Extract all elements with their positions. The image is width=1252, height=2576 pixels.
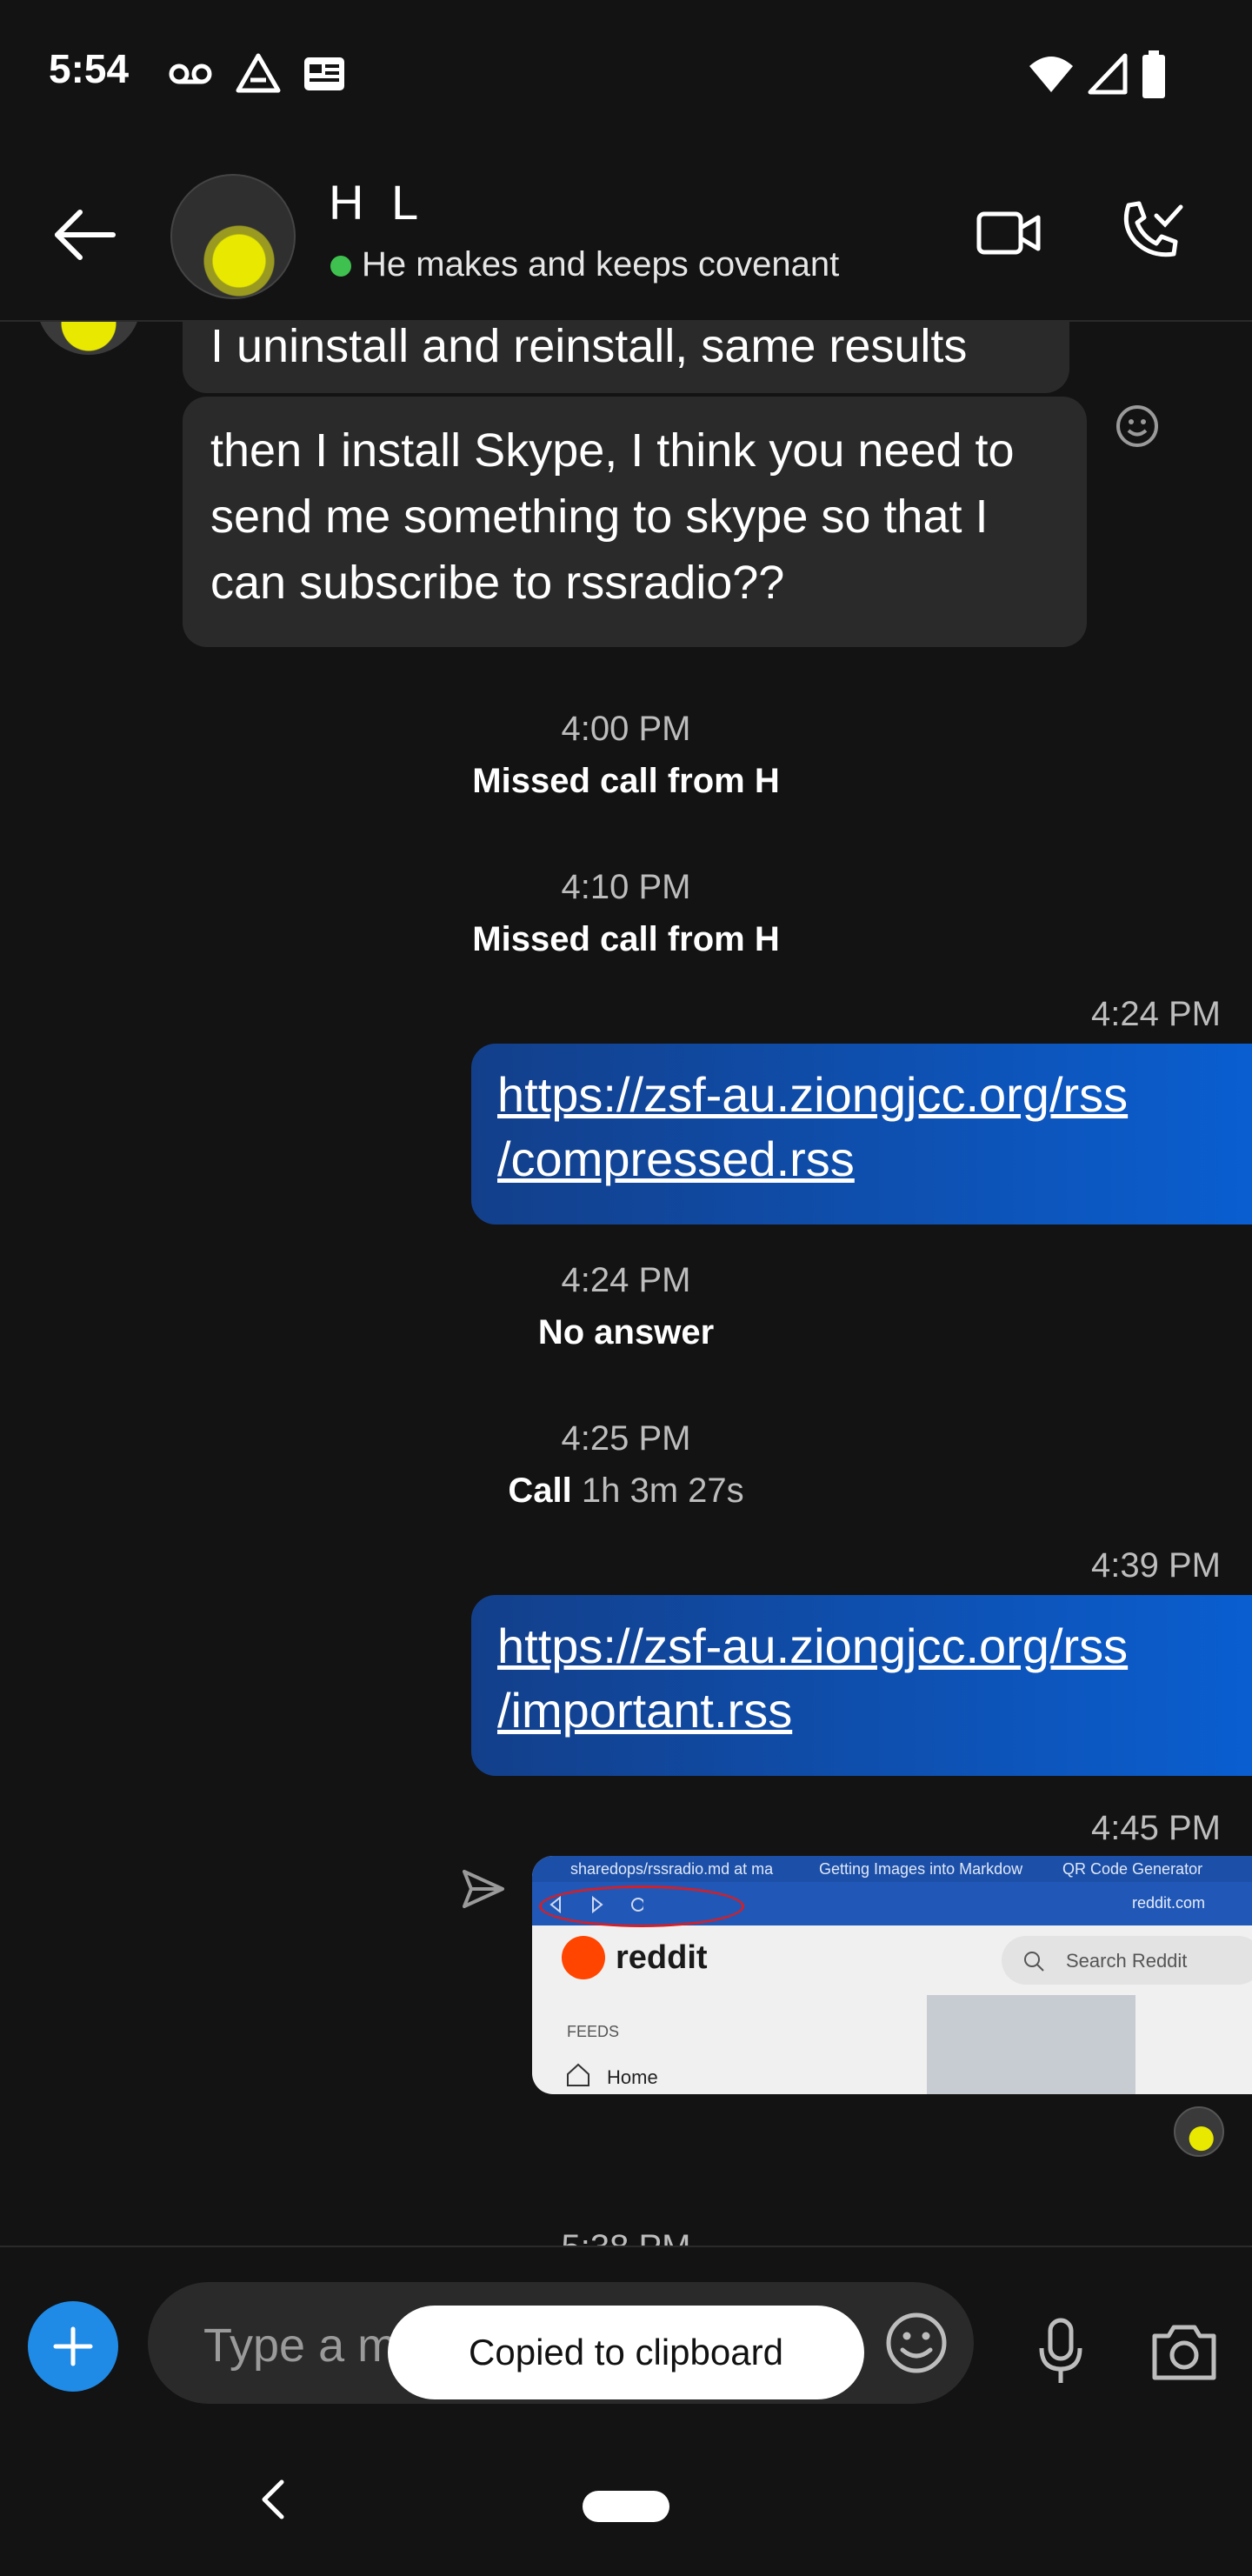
- contact-avatar[interactable]: [170, 174, 296, 299]
- read-receipt-avatar: [1174, 2106, 1224, 2157]
- plus-icon: [53, 2326, 93, 2366]
- reddit-logo-icon: [562, 1936, 605, 1979]
- highlight-ellipse: [539, 1885, 744, 1927]
- missed-call-event[interactable]: Missed call from H: [0, 920, 1252, 959]
- status-bar: 5:54: [0, 0, 1252, 148]
- message-bubble-incoming[interactable]: then I install Skype, I think you need t…: [183, 397, 1087, 647]
- toast-copied: Copied to clipboard: [388, 2306, 864, 2399]
- message-text: I uninstall and reinstall, same results: [210, 320, 968, 372]
- event-time: 4:10 PM: [561, 868, 691, 906]
- message-bubble-outgoing[interactable]: https://zsf-au.ziongjcc.org/rss/importan…: [471, 1595, 1252, 1776]
- no-answer-event[interactable]: No answer: [0, 1313, 1252, 1352]
- event-time: 4:24 PM: [561, 1261, 691, 1299]
- message-bubble-outgoing[interactable]: https://zsf-au.ziongjcc.org/rss/compress…: [471, 1044, 1252, 1225]
- presence-dot: [330, 256, 351, 277]
- status-time: 5:54: [49, 46, 130, 91]
- nav-back-icon[interactable]: [257, 2477, 289, 2522]
- message-input-placeholder: Type a m: [203, 2319, 397, 2372]
- contact-name[interactable]: H L: [329, 174, 425, 230]
- message-time: 4:45 PM: [1091, 1809, 1221, 1847]
- signal-icon: [1088, 53, 1128, 95]
- search-box: Search Reddit: [1002, 1936, 1252, 1985]
- composer-bar: Type a m Copied to clipboard: [0, 2246, 1252, 2576]
- browser-tab: Getting Images into Markdow: [819, 1860, 1023, 1878]
- event-time: 4:00 PM: [561, 710, 691, 748]
- url-text: reddit.com: [1132, 1894, 1206, 1912]
- nav-home-pill[interactable]: [583, 2491, 669, 2522]
- link-important-rss[interactable]: https://zsf-au.ziongjcc.org/rss/importan…: [497, 1618, 1128, 1738]
- back-arrow-icon[interactable]: [50, 207, 120, 263]
- send-icon[interactable]: [459, 1865, 508, 1913]
- drive-icon: [236, 53, 281, 93]
- video-call-icon[interactable]: [976, 205, 1042, 261]
- emoji-icon[interactable]: [883, 2310, 949, 2376]
- battery-icon: [1142, 50, 1165, 98]
- voicemail-icon: [169, 63, 212, 84]
- message-list[interactable]: I uninstall and reinstall, same results …: [0, 320, 1252, 2246]
- image-preview[interactable]: sharedops/rssradio.md at ma Getting Imag…: [532, 1856, 1252, 2094]
- browser-tab: sharedops/rssradio.md at ma: [570, 1860, 774, 1878]
- microphone-icon[interactable]: [1035, 2317, 1087, 2386]
- add-button[interactable]: [28, 2301, 118, 2392]
- reddit-brand: reddit: [616, 1939, 708, 1976]
- chat-header: H L He makes and keeps covenant: [0, 148, 1252, 322]
- audio-call-icon[interactable]: [1116, 197, 1186, 266]
- wifi-icon: [1029, 57, 1073, 92]
- news-icon: [304, 57, 344, 90]
- message-time: 4:24 PM: [1091, 995, 1221, 1033]
- image-placeholder: [927, 1995, 1135, 2094]
- missed-call-event[interactable]: Missed call from H: [0, 762, 1252, 801]
- sender-avatar[interactable]: [37, 320, 141, 355]
- browser-tab: QR Code Generator: [1062, 1860, 1203, 1878]
- call-event[interactable]: Call 1h 3m 27s: [0, 1472, 1252, 1511]
- search-icon: [1024, 1952, 1044, 1972]
- link-compressed-rss[interactable]: https://zsf-au.ziongjcc.org/rss/compress…: [497, 1067, 1128, 1186]
- camera-icon[interactable]: [1149, 2320, 1219, 2383]
- home-icon: [567, 2063, 589, 2086]
- message-time: 4:39 PM: [1091, 1546, 1221, 1585]
- call-duration: 1h 3m 27s: [581, 1472, 744, 1510]
- contact-status: He makes and keeps covenant: [362, 245, 840, 284]
- add-reaction-icon[interactable]: [1115, 404, 1160, 449]
- message-bubble-incoming[interactable]: I uninstall and reinstall, same results: [183, 320, 1069, 393]
- message-text: then I install Skype, I think you need t…: [210, 424, 1015, 609]
- event-time: 5:38 PM: [0, 2228, 1252, 2246]
- event-time: 4:25 PM: [561, 1419, 691, 1458]
